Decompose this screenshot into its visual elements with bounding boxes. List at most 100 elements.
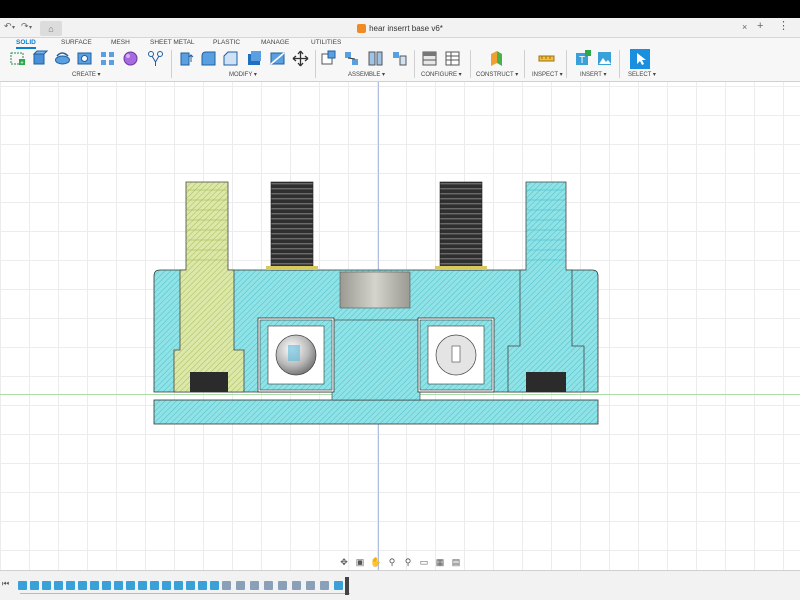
timeline-joint[interactable] [222,581,231,590]
timeline-feature[interactable] [102,581,111,590]
rectangular-pattern-icon[interactable] [99,50,116,67]
hole-icon[interactable] [76,50,93,67]
configure-rules-icon[interactable] [421,50,438,67]
document-tab[interactable]: hear inserrt base v6* [330,18,470,38]
timeline-feature[interactable] [210,581,219,590]
insert-derive-icon[interactable]: T [574,50,591,67]
look-at-icon[interactable]: ▣ [353,557,367,569]
shell-icon[interactable] [246,50,263,67]
left-threaded-rod [270,181,314,271]
timeline-joint[interactable] [250,581,259,590]
move-copy-icon[interactable] [292,50,309,67]
navigation-bar: ✥ ▣ ✋ ⚲ ⚲ ▭ ▦ ▤ [337,555,465,570]
timeline-feature[interactable] [334,581,343,590]
home-tab[interactable]: ⌂ [40,21,62,36]
combine-icon[interactable] [147,50,164,67]
timeline-joint[interactable] [264,581,273,590]
timeline-feature[interactable] [78,581,87,590]
tab-plastic[interactable]: PLASTIC [213,39,240,46]
timeline-feature[interactable] [18,581,27,590]
fit-icon[interactable]: ⚲ [401,557,415,569]
more-icon[interactable]: ⋮ [778,19,789,32]
timeline-feature[interactable] [126,581,135,590]
timeline-feature[interactable] [66,581,75,590]
construct-group-label[interactable]: CONSTRUCT ▾ [476,71,518,78]
document-icon [357,23,367,33]
tab-solid[interactable]: SOLID [16,39,36,49]
toolbar-separator [315,50,316,78]
toolbar-separator [470,50,471,78]
select-icon[interactable] [630,49,650,69]
as-built-joint-icon[interactable] [367,50,384,67]
timeline-first-icon[interactable]: ⏮ [2,579,9,589]
left-screw-socket [190,372,228,392]
measure-icon[interactable] [538,50,555,67]
fillet-icon[interactable] [200,50,217,67]
tab-surface[interactable]: SURFACE [61,39,92,46]
create-sketch-icon[interactable]: + [9,50,26,67]
right-screw-socket [526,372,566,392]
split-body-icon[interactable] [269,50,286,67]
tab-manage[interactable]: MANAGE [261,39,289,46]
create-group-label[interactable]: CREATE ▾ [72,71,101,78]
timeline-feature[interactable] [150,581,159,590]
timeline-feature[interactable] [30,581,39,590]
zoom-icon[interactable]: ⚲ [385,557,399,569]
timeline-feature[interactable] [174,581,183,590]
tab-mesh[interactable]: MESH [111,39,130,46]
press-pull-icon[interactable] [178,50,195,67]
configure-group-label[interactable]: CONFIGURE ▾ [421,71,462,78]
new-tab-icon[interactable]: + [757,20,763,32]
timeline-joint[interactable] [292,581,301,590]
tab-sheet-metal[interactable]: SHEET METAL [150,39,195,46]
redo-dropdown-icon[interactable]: ▾ [29,24,32,31]
select-group-label[interactable]: SELECT ▾ [628,71,656,78]
extrude-icon[interactable] [31,50,48,67]
display-settings-icon[interactable]: ▭ [417,557,431,569]
timeline-feature[interactable] [162,581,171,590]
toolbar-separator [171,50,172,78]
form-icon[interactable] [122,50,139,67]
timeline-feature[interactable] [138,581,147,590]
timeline-feature[interactable] [42,581,51,590]
toolbar-ribbon: SOLID SURFACE MESH SHEET METAL PLASTIC M… [0,38,800,82]
svg-text:T: T [579,55,585,66]
timeline-feature[interactable] [54,581,63,590]
joint-icon[interactable] [343,50,360,67]
insert-canvas-icon[interactable] [596,50,613,67]
revolve-icon[interactable] [54,50,71,67]
modify-group-label[interactable]: MODIFY ▾ [229,71,257,78]
timeline-joint[interactable] [306,581,315,590]
timeline-feature[interactable] [114,581,123,590]
close-tab-icon[interactable]: × [742,22,747,32]
configuration-table-icon[interactable] [444,50,461,67]
right-threaded-rod [439,181,483,271]
section-view-model[interactable] [0,82,800,570]
viewports-icon[interactable]: ▤ [449,557,463,569]
toolbar-separator [566,50,567,78]
offset-plane-icon[interactable] [488,50,505,67]
viewport-canvas[interactable]: ✥ ▣ ✋ ⚲ ⚲ ▭ ▦ ▤ [0,82,800,570]
timeline-joint[interactable] [278,581,287,590]
assemble-group-label[interactable]: ASSEMBLE ▾ [348,71,385,78]
timeline-joint[interactable] [320,581,329,590]
undo-dropdown-icon[interactable]: ▾ [12,24,15,31]
grid-settings-icon[interactable]: ▦ [433,557,447,569]
joint-origin-icon[interactable] [391,50,408,67]
new-component-icon[interactable] [320,50,337,67]
pan-icon[interactable]: ✋ [369,557,383,569]
timeline-feature[interactable] [198,581,207,590]
insert-group-label[interactable]: INSERT ▾ [580,71,606,78]
svg-text:+: + [20,61,24,67]
inspect-group-label[interactable]: INSPECT ▾ [532,71,563,78]
chamfer-icon[interactable] [222,50,239,67]
timeline-joint[interactable] [236,581,245,590]
timeline-feature[interactable] [90,581,99,590]
timeline-marker[interactable] [345,577,349,595]
orbit-icon[interactable]: ✥ [337,557,351,569]
redo-icon[interactable]: ↷ [21,21,29,32]
undo-icon[interactable]: ↶ [4,21,12,32]
tab-utilities[interactable]: UTILITIES [311,39,341,46]
bottom-plate [153,399,599,425]
timeline-feature[interactable] [186,581,195,590]
